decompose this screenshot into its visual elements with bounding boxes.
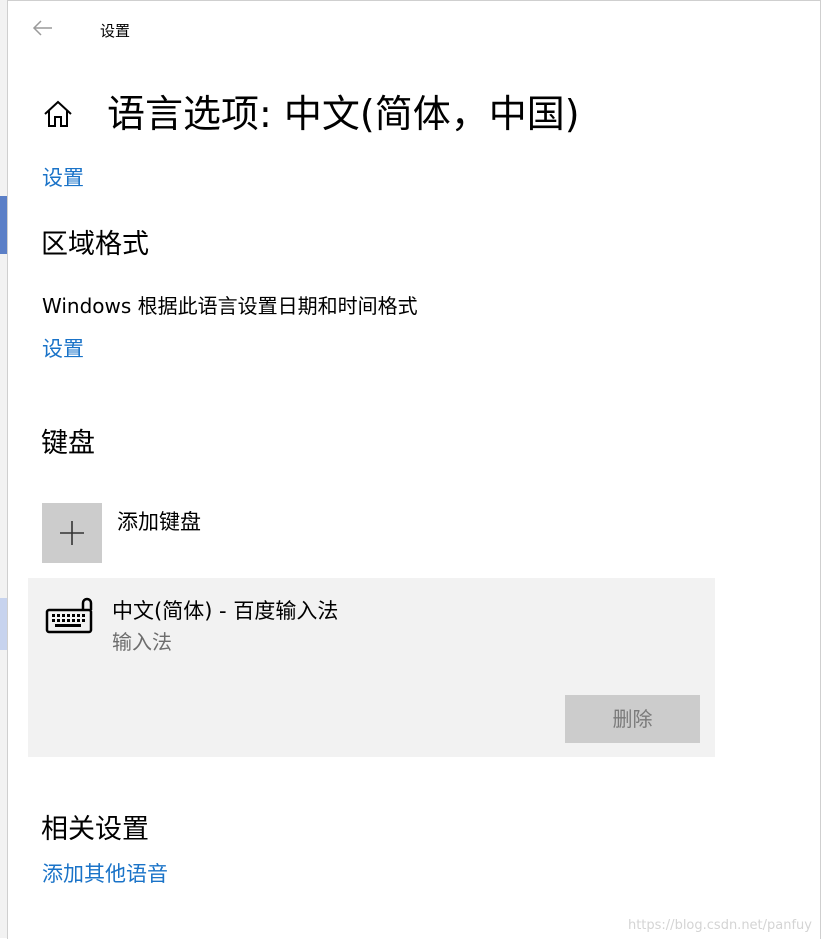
add-keyboard-label[interactable]: 添加键盘: [117, 506, 201, 536]
back-arrow-icon: [32, 20, 52, 36]
keyboard-type: 输入法: [112, 630, 172, 654]
home-icon[interactable]: [42, 98, 74, 130]
region-format-settings-link[interactable]: 设置: [42, 333, 84, 363]
watermark: https://blog.csdn.net/panfuy: [627, 918, 812, 933]
related-settings-heading: 相关设置: [41, 814, 149, 845]
region-format-description: Windows 根据此语言设置日期和时间格式: [42, 294, 418, 318]
keyboard-icon: [45, 597, 93, 634]
add-language-link[interactable]: 添加其他语音: [42, 858, 168, 888]
back-button[interactable]: [28, 13, 58, 43]
plus-icon: [60, 521, 84, 545]
settings-window: 设置 语言选项: 中文(简体，中国) 设置 区域格式 Windows 根据此语言…: [7, 0, 821, 939]
region-format-heading: 区域格式: [41, 229, 149, 260]
language-settings-link[interactable]: 设置: [42, 162, 84, 192]
keyboard-name: 中文(简体) - 百度输入法: [112, 599, 339, 623]
keyboard-item[interactable]: 中文(简体) - 百度输入法 输入法 删除: [28, 578, 715, 757]
delete-keyboard-button[interactable]: 删除: [565, 695, 700, 743]
title-bar: 设置: [8, 1, 820, 57]
add-keyboard-button[interactable]: [42, 503, 102, 563]
app-title: 设置: [100, 22, 131, 40]
keyboard-heading: 键盘: [41, 428, 95, 459]
page-title: 语言选项: 中文(简体，中国): [107, 92, 580, 136]
